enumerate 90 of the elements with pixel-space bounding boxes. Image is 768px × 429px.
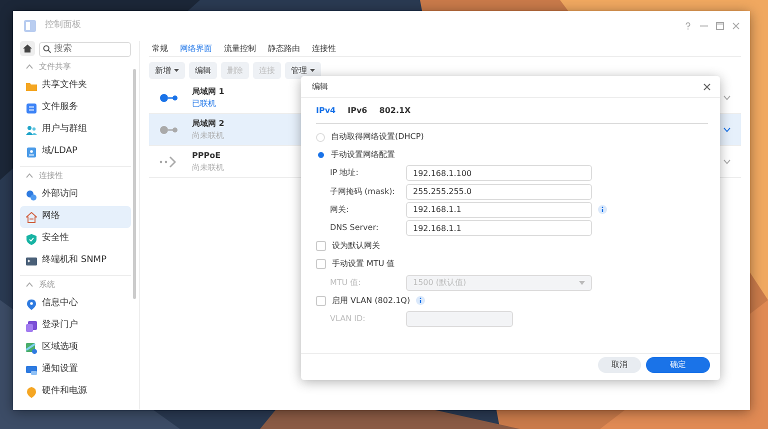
sidebar-item[interactable]: 安全性	[20, 228, 131, 250]
id-card-icon	[26, 146, 37, 158]
tab[interactable]: IPv6	[348, 105, 368, 117]
input-field[interactable]: 192.168.1.1	[406, 220, 592, 236]
chevron-icon[interactable]	[723, 158, 731, 164]
terminal-icon	[26, 256, 37, 266]
shield-icon	[26, 234, 37, 244]
info-icon[interactable]	[598, 205, 607, 214]
house-icon	[26, 212, 37, 222]
chevron-icon[interactable]	[723, 126, 731, 132]
maximize-icon[interactable]	[716, 22, 724, 30]
dialog-title: 编辑	[312, 80, 328, 92]
sidebar-item[interactable]: 用户与群组	[20, 119, 131, 141]
help-icon[interactable]	[684, 22, 692, 30]
sidebar-item[interactable]: 域/LDAP	[20, 141, 131, 163]
field-label: 网关:	[330, 204, 350, 216]
link-icon	[26, 190, 37, 200]
toolbar-button[interactable]: 编辑	[189, 62, 217, 79]
input-field[interactable]: 192.168.1.1	[406, 202, 592, 218]
input-field[interactable]: 192.168.1.100	[406, 165, 592, 182]
ok-button[interactable]: 确定	[646, 357, 710, 373]
radio-button[interactable]	[316, 132, 325, 142]
app-icon	[23, 19, 37, 33]
home-icon	[23, 44, 32, 53]
location-pin-icon	[26, 298, 37, 310]
interface-status: 尚未联机	[192, 162, 224, 174]
input-field[interactable]: 255.255.255.0	[406, 184, 592, 200]
checkbox-label: 手动设置 MTU 值	[332, 258, 395, 270]
section-title: 文件共享	[39, 60, 71, 72]
caret-icon	[579, 280, 585, 285]
interface-name: PPPoE	[192, 150, 222, 162]
caret-icon	[174, 69, 179, 72]
map-icon	[26, 342, 37, 354]
sidebar-item[interactable]: 信息中心	[20, 293, 131, 315]
interface-name: 局域网 1	[192, 86, 224, 98]
sidebar-item[interactable]: 通知设置	[20, 359, 131, 381]
chevron-icon[interactable]	[723, 94, 731, 100]
users-icon	[26, 124, 37, 136]
sidebar-item[interactable]: 外部访问	[20, 184, 131, 206]
tab[interactable]: IPv4	[316, 105, 336, 117]
close-icon[interactable]	[703, 82, 711, 90]
radio-label: 手动设置网络配置	[331, 149, 395, 162]
toolbar-button[interactable]: 管理	[285, 62, 321, 79]
sidebar-item[interactable]: 共享文件夹	[20, 75, 131, 97]
field-label: DNS Server:	[330, 222, 380, 234]
field-label: VLAN ID:	[330, 312, 366, 325]
field-label: IP 地址:	[330, 167, 360, 180]
pppoe-icon	[159, 156, 179, 168]
collapse-icon	[26, 64, 33, 69]
tab[interactable]: 连接性	[312, 42, 336, 54]
interface-name: 局域网 2	[192, 118, 224, 130]
folder-icon	[26, 80, 37, 92]
window-title: 控制面板	[45, 19, 81, 32]
home-button[interactable]	[20, 41, 35, 56]
search-icon	[43, 45, 51, 53]
sidebar-item[interactable]: 硬件和电源	[20, 381, 131, 403]
notification-icon	[26, 364, 37, 376]
section-title: 系统	[39, 278, 55, 290]
checkbox-label: 启用 VLAN (802.1Q)	[332, 294, 410, 307]
interface-status: 已联机	[192, 98, 217, 110]
sidebar-item[interactable]: 登录门户	[20, 315, 131, 337]
file-icon	[26, 102, 37, 114]
sidebar-item[interactable]: 终端机和 SNMP	[20, 250, 131, 272]
checkbox[interactable]	[316, 296, 326, 306]
tab[interactable]: 网络界面	[180, 42, 212, 54]
info-icon[interactable]	[416, 296, 426, 306]
checkbox[interactable]	[316, 259, 326, 270]
collapse-icon	[26, 173, 33, 178]
field-label: MTU 值:	[330, 276, 362, 289]
tab[interactable]: 802.1X	[379, 105, 411, 117]
radio-label: 自动取得网络设置(DHCP)	[331, 131, 424, 144]
checkbox-label: 设为默认网关	[332, 240, 380, 252]
collapse-icon	[26, 282, 33, 287]
caret-icon	[310, 69, 315, 72]
sidebar-item[interactable]: 区域选项	[20, 337, 131, 359]
tab[interactable]: 静态路由	[268, 42, 300, 54]
tab[interactable]: 流量控制	[224, 42, 256, 54]
cancel-button[interactable]: 取消	[598, 357, 641, 373]
field-label: 子网掩码 (mask):	[330, 186, 396, 198]
section-title: 连接性	[39, 170, 63, 182]
checkbox[interactable]	[316, 241, 326, 252]
search-field[interactable]: 搜索	[39, 42, 131, 56]
toolbar-button[interactable]: 新增	[149, 62, 185, 79]
portal-icon	[26, 320, 37, 332]
sidebar-item[interactable]: 网络	[20, 206, 131, 228]
interface-status: 尚未联机	[192, 130, 224, 142]
radio-button[interactable]	[316, 150, 325, 160]
tab[interactable]: 常规	[152, 42, 168, 54]
sidebar-item[interactable]: 文件服务	[20, 97, 131, 119]
scrollbar[interactable]	[133, 69, 136, 299]
